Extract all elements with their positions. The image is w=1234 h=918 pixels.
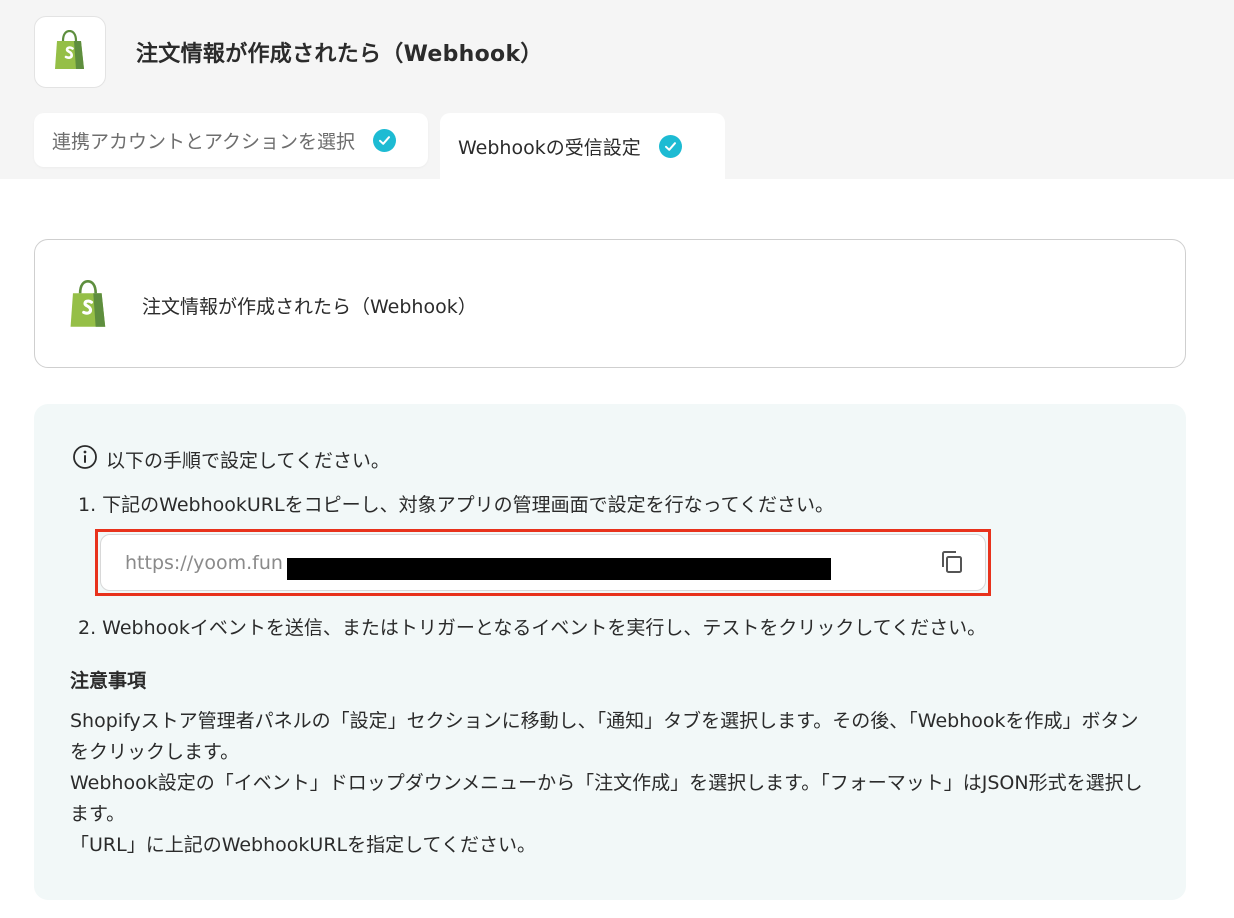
instructions-heading-text: 以下の手順で設定してください。 — [106, 450, 390, 472]
instructions-heading: 以下の手順で設定してください。 — [72, 444, 390, 475]
notes-line-1: Shopifyストア管理者パネルの「設定」セクションに移動し、「通知」タブを選択… — [70, 710, 1139, 763]
tab-label: 連携アカウントとアクションを選択 — [52, 130, 356, 153]
shopify-bag-icon — [67, 279, 110, 332]
redaction-bar — [287, 558, 831, 580]
shopify-bag-icon — [52, 29, 88, 74]
webhook-url-field[interactable]: https://yoom.fun — [100, 534, 986, 591]
notes-title: 注意事項 — [70, 670, 147, 692]
trigger-card: 注文情報が作成されたら（Webhook） — [34, 239, 1186, 368]
info-icon — [72, 444, 98, 475]
tab-webhook-settings[interactable]: Webhookの受信設定 — [440, 113, 725, 179]
notes-line-2: Webhook設定の「イベント」ドロップダウンメニューから「注文作成」を選択しま… — [70, 772, 1143, 825]
webhook-url-text[interactable]: https://yoom.fun — [125, 552, 283, 574]
page-title: 注文情報が作成されたら（Webhook） — [136, 42, 543, 67]
notes-body: Shopifyストア管理者パネルの「設定」セクションに移動し、「通知」タブを選択… — [70, 706, 1150, 861]
check-circle-icon — [373, 128, 397, 152]
instructions-panel: 以下の手順で設定してください。 1. 下記のWebhookURLをコピーし、対象… — [34, 404, 1186, 900]
notes-line-3: 「URL」に上記のWebhookURLを指定してください。 — [70, 834, 536, 856]
tab-label: Webhookの受信設定 — [458, 136, 641, 159]
trigger-label: 注文情報が作成されたら（Webhook） — [142, 296, 477, 318]
step-2-text: 2. Webhookイベントを送信、またはトリガーとなるイベントを実行し、テスト… — [78, 617, 987, 639]
app-icon-tile — [34, 16, 106, 88]
copy-icon — [939, 549, 965, 579]
tab-account-action[interactable]: 連携アカウントとアクションを選択 — [34, 113, 428, 167]
check-circle-icon — [658, 134, 682, 158]
copy-button[interactable] — [937, 549, 967, 579]
step-1-text: 1. 下記のWebhookURLをコピーし、対象アプリの管理画面で設定を行なって… — [78, 494, 835, 516]
url-highlight-box: https://yoom.fun — [95, 529, 991, 596]
